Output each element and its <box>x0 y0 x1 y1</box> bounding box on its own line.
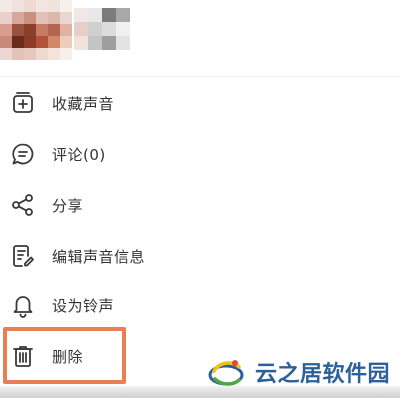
menu-item-label: 设为铃声 <box>52 296 115 315</box>
watermark-text: 云之居软件园 <box>255 362 391 387</box>
menu-item-add-favorite[interactable]: 收藏声音 <box>0 78 400 128</box>
menu-item-label: 分享 <box>52 196 84 215</box>
profile-name <box>74 0 134 60</box>
bell-icon <box>8 290 38 320</box>
menu-item-label: 编辑声音信息 <box>52 247 146 266</box>
watermark-logo-icon <box>208 360 244 386</box>
menu-item-label: 收藏声音 <box>52 94 115 113</box>
comment-icon <box>8 139 38 169</box>
add-to-favorites-icon <box>8 88 38 118</box>
share-icon <box>8 190 38 220</box>
delete-highlight-box <box>3 327 126 384</box>
menu-item-share[interactable]: 分享 <box>0 180 400 230</box>
profile-header <box>0 0 400 72</box>
menu-item-label: 评论(0) <box>52 145 106 164</box>
watermark: 云之居软件园 <box>205 346 400 398</box>
edit-info-icon <box>8 241 38 271</box>
header-divider <box>0 76 400 77</box>
menu-item-edit-info[interactable]: 编辑声音信息 <box>0 231 400 281</box>
menu-item-set-ringtone[interactable]: 设为铃声 <box>0 280 400 330</box>
menu-item-comment[interactable]: 评论(0) <box>0 129 400 179</box>
avatar[interactable] <box>0 0 74 60</box>
